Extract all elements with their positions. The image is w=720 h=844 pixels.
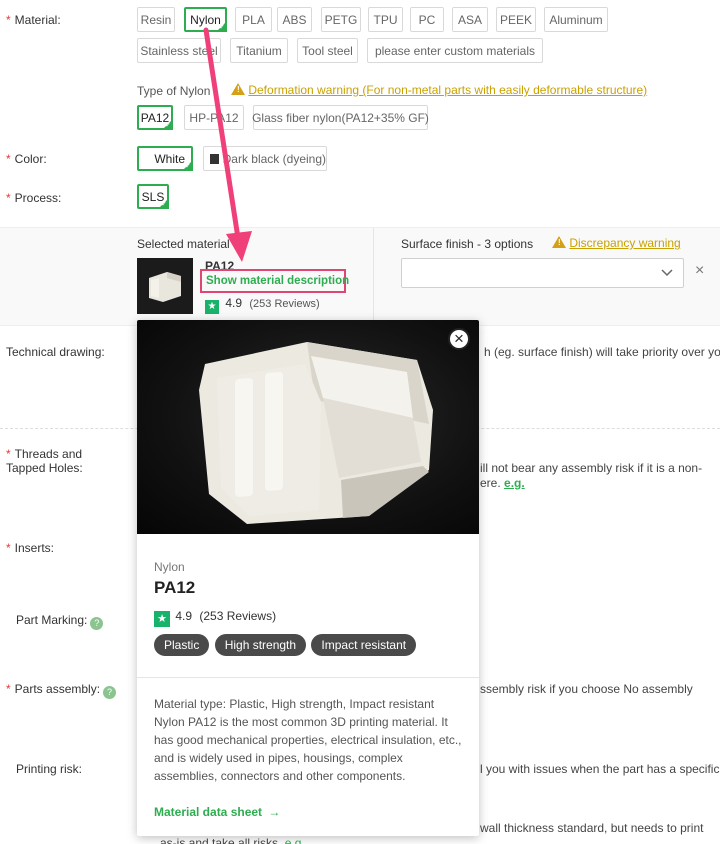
nylon-type-hp-pa12[interactable]: HP-PA12 <box>184 105 244 130</box>
technical-drawing-text: h (eg. surface finish) will take priorit… <box>484 345 720 359</box>
arrow-right-icon: → <box>268 805 281 819</box>
custom-material-input[interactable]: please enter custom materials <box>367 38 543 63</box>
warning-icon: ! <box>552 236 566 248</box>
material-label: * Material: <box>6 13 61 27</box>
technical-drawing-label: Technical drawing: <box>6 345 105 359</box>
popup-description: Material type: Plastic, High strength, I… <box>154 697 462 783</box>
material-option-peek[interactable]: PEEK <box>496 7 536 32</box>
panel-divider <box>373 228 374 325</box>
printing-risk-eg-link[interactable]: e.g. <box>285 836 305 844</box>
popup-tags: Plastic High strength Impact resistant <box>154 634 418 656</box>
material-option-asa[interactable]: ASA <box>452 7 488 32</box>
material-description-popup: × Nylon PA12 ★ 4.9 (253 Reviews) Plastic… <box>137 320 479 836</box>
popup-divider <box>137 677 479 678</box>
parts-assembly-label: * Parts assembly:? <box>6 682 117 699</box>
popup-rating-value: 4.9 <box>175 609 193 623</box>
process-label: * Process: <box>6 191 62 205</box>
material-option-tool-steel[interactable]: Tool steel <box>297 38 358 63</box>
rating-value: 4.9 <box>225 296 243 310</box>
color-option-dark-black-label: Dark black (dyeing) <box>222 151 326 166</box>
material-option-pla[interactable]: PLA <box>235 7 272 32</box>
reviews-count: (253 Reviews) <box>249 298 320 310</box>
threads-eg-link[interactable]: e.g. <box>504 476 525 490</box>
material-option-aluminum[interactable]: Aluminum <box>544 7 608 32</box>
warning-icon: ! <box>231 83 245 95</box>
material-option-stainless-steel[interactable]: Stainless steel <box>137 38 221 63</box>
surface-finish-select[interactable] <box>401 258 684 288</box>
popup-reviews: (253 Reviews) <box>199 609 277 623</box>
material-photo: × <box>137 320 479 534</box>
deformation-warning-link[interactable]: Deformation warning (For non-metal parts… <box>248 83 647 97</box>
inserts-label: * Inserts: <box>6 541 55 555</box>
popup-close-icon[interactable]: × <box>448 328 470 350</box>
help-icon[interactable]: ? <box>103 686 117 699</box>
chevron-down-icon <box>661 269 673 277</box>
discrepancy-warning-link[interactable]: Discrepancy warning <box>569 236 680 250</box>
material-option-petg[interactable]: PETG <box>321 7 361 32</box>
show-material-description-label: Show material description <box>206 275 350 287</box>
tag-high-strength: High strength <box>214 634 307 656</box>
color-option-dark-black[interactable]: Dark black (dyeing) <box>203 146 327 171</box>
tag-impact-resistant: Impact resistant <box>311 634 417 656</box>
printing-risk-text-2: wall thickness standard, but needs to pr… <box>480 821 704 835</box>
material-data-sheet-label: Material data sheet <box>154 805 263 819</box>
material-data-sheet-link[interactable]: Material data sheet → <box>154 805 280 819</box>
parts-assembly-text: ssembly risk if you choose No assembly <box>480 682 693 696</box>
printing-risk-text-3-label: as-is and take all risks. <box>160 836 282 844</box>
star-icon: ★ <box>154 611 170 627</box>
selected-material-heading: Selected material <box>137 237 230 251</box>
printing-risk-label: Printing risk: <box>16 762 83 776</box>
type-of-nylon-label: Type of Nylon <box>137 84 211 98</box>
selected-material-rating: ★ 4.9 (253 Reviews) <box>205 296 320 314</box>
popup-category: Nylon <box>154 560 185 574</box>
help-icon[interactable]: ? <box>90 617 104 630</box>
black-swatch <box>210 153 219 164</box>
material-option-pc[interactable]: PC <box>410 7 444 32</box>
material-option-abs[interactable]: ABS <box>277 7 312 32</box>
threads-text-2-label: ere. <box>480 476 501 490</box>
nylon-type-pa12[interactable]: PA12 <box>137 105 173 130</box>
threads-text: ill not bear any assembly risk if it is … <box>480 461 703 475</box>
color-label: * Color: <box>6 152 47 166</box>
threads-text-2: ere. e.g. <box>480 476 525 490</box>
show-material-description-button[interactable]: Show material description <box>200 269 350 293</box>
surface-finish-label: Surface finish - 3 options <box>401 237 534 251</box>
selected-material-thumbnail <box>137 258 193 314</box>
close-icon[interactable]: × <box>695 262 704 280</box>
process-option-sls[interactable]: SLS <box>137 184 169 209</box>
discrepancy-warning[interactable]: ! Discrepancy warning <box>552 236 681 250</box>
material-option-resin[interactable]: Resin <box>137 7 175 32</box>
printing-risk-text: l you with issues when the part has a sp… <box>480 762 720 776</box>
material-option-nylon[interactable]: Nylon <box>184 7 227 32</box>
deformation-warning[interactable]: ! Deformation warning (For non-metal par… <box>231 83 647 97</box>
tag-plastic: Plastic <box>154 634 210 656</box>
printing-risk-text-3: as-is and take all risks. e.g. <box>160 836 305 844</box>
part-marking-label: Part Marking:? <box>16 613 104 630</box>
star-icon: ★ <box>205 300 219 314</box>
material-option-tpu[interactable]: TPU <box>368 7 403 32</box>
color-option-white[interactable]: White <box>137 146 193 171</box>
nylon-type-glass-fiber[interactable]: Glass fiber nylon(PA12+35% GF) <box>252 105 429 130</box>
popup-title: PA12 <box>154 578 196 597</box>
popup-rating: ★ 4.9 (253 Reviews) <box>154 609 276 627</box>
threads-label: * Threads and Tapped Holes: <box>6 447 83 475</box>
material-option-titanium[interactable]: Titanium <box>230 38 288 63</box>
